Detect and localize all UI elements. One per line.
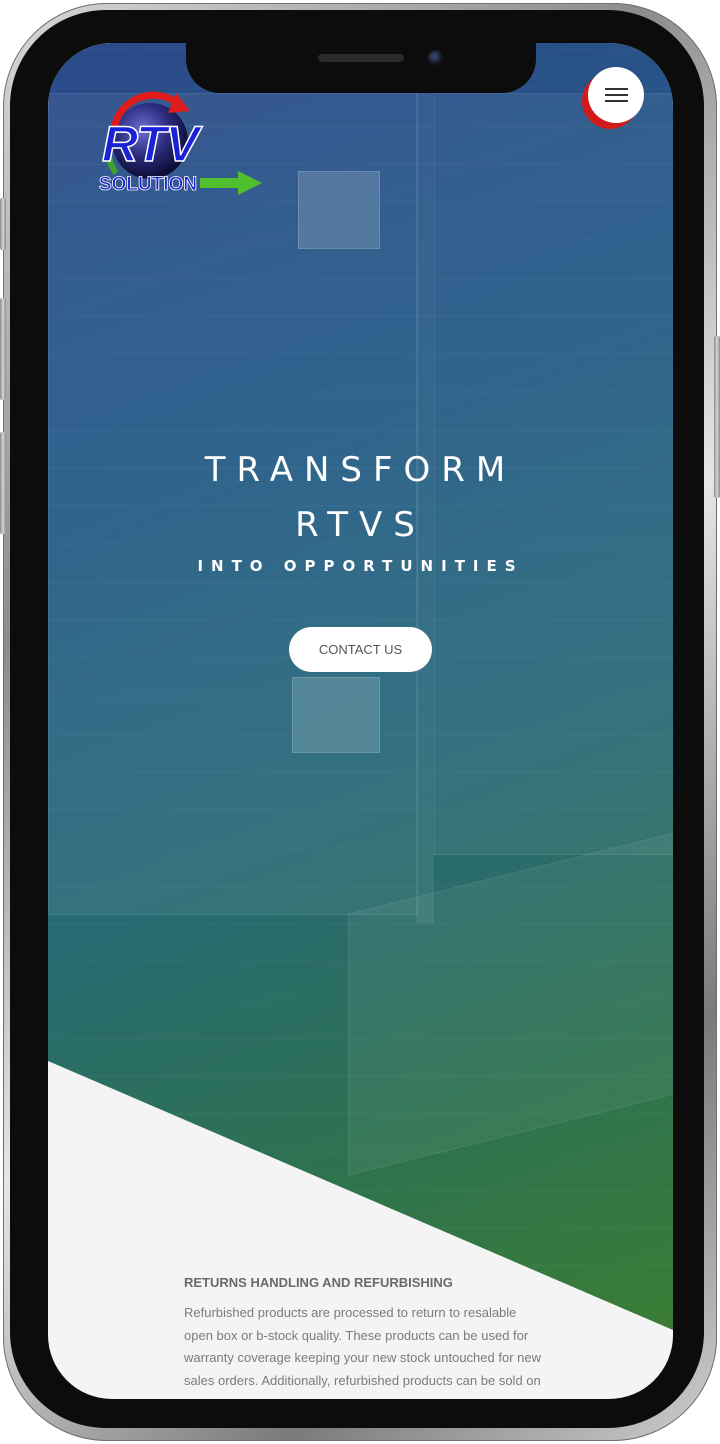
phone-screen: RTV SOLUTION TRANSFORM RTVS INTO OPPORTU… (48, 43, 673, 1399)
section-body-line: open box or b-stock quality. These produ… (184, 1327, 529, 1343)
hero-subtitle: INTO OPPORTUNITIES (197, 557, 524, 575)
phone-power-button (714, 336, 720, 498)
logo-sub-text: SOLUTION (99, 174, 197, 195)
hamburger-menu-icon (605, 100, 628, 102)
phone-notch (186, 43, 536, 93)
rtv-solution-logo: RTV SOLUTION (99, 91, 262, 195)
logo-green-arrow-shaft (200, 178, 240, 188)
menu-button[interactable] (588, 67, 644, 123)
hero-title-line1: TRANSFORM (204, 450, 517, 490)
contact-us-button[interactable]: CONTACT US (289, 627, 432, 672)
hero-title-line2: RTVS (295, 505, 426, 545)
hamburger-menu-icon (605, 88, 628, 90)
phone-speaker (318, 54, 404, 62)
section-body-line: Refurbished products are processed to re… (184, 1305, 517, 1320)
section-heading: RETURNS HANDLING AND REFURBISHING (184, 1275, 453, 1290)
hero-background (48, 43, 673, 1330)
hero-box-label (298, 171, 380, 249)
phone-silent-switch (0, 198, 6, 250)
phone-volume-up (0, 298, 6, 400)
returns-section: RETURNS HANDLING AND REFURBISHING Refurb… (184, 1275, 544, 1392)
hero-box-label (292, 677, 380, 753)
hamburger-menu-icon (605, 94, 628, 96)
section-body-line: warranty coverage keeping your new stock… (184, 1350, 541, 1365)
logo-main-text: RTV (102, 116, 203, 172)
section-body: Refurbished products are processed to re… (184, 1302, 544, 1392)
logo-green-arrowhead (238, 171, 262, 195)
menu-button-wrap (582, 67, 648, 129)
section-body-line: sales orders. Additionally, refurbished … (184, 1372, 541, 1388)
camera-icon (428, 50, 444, 66)
phone-volume-down (0, 432, 6, 534)
